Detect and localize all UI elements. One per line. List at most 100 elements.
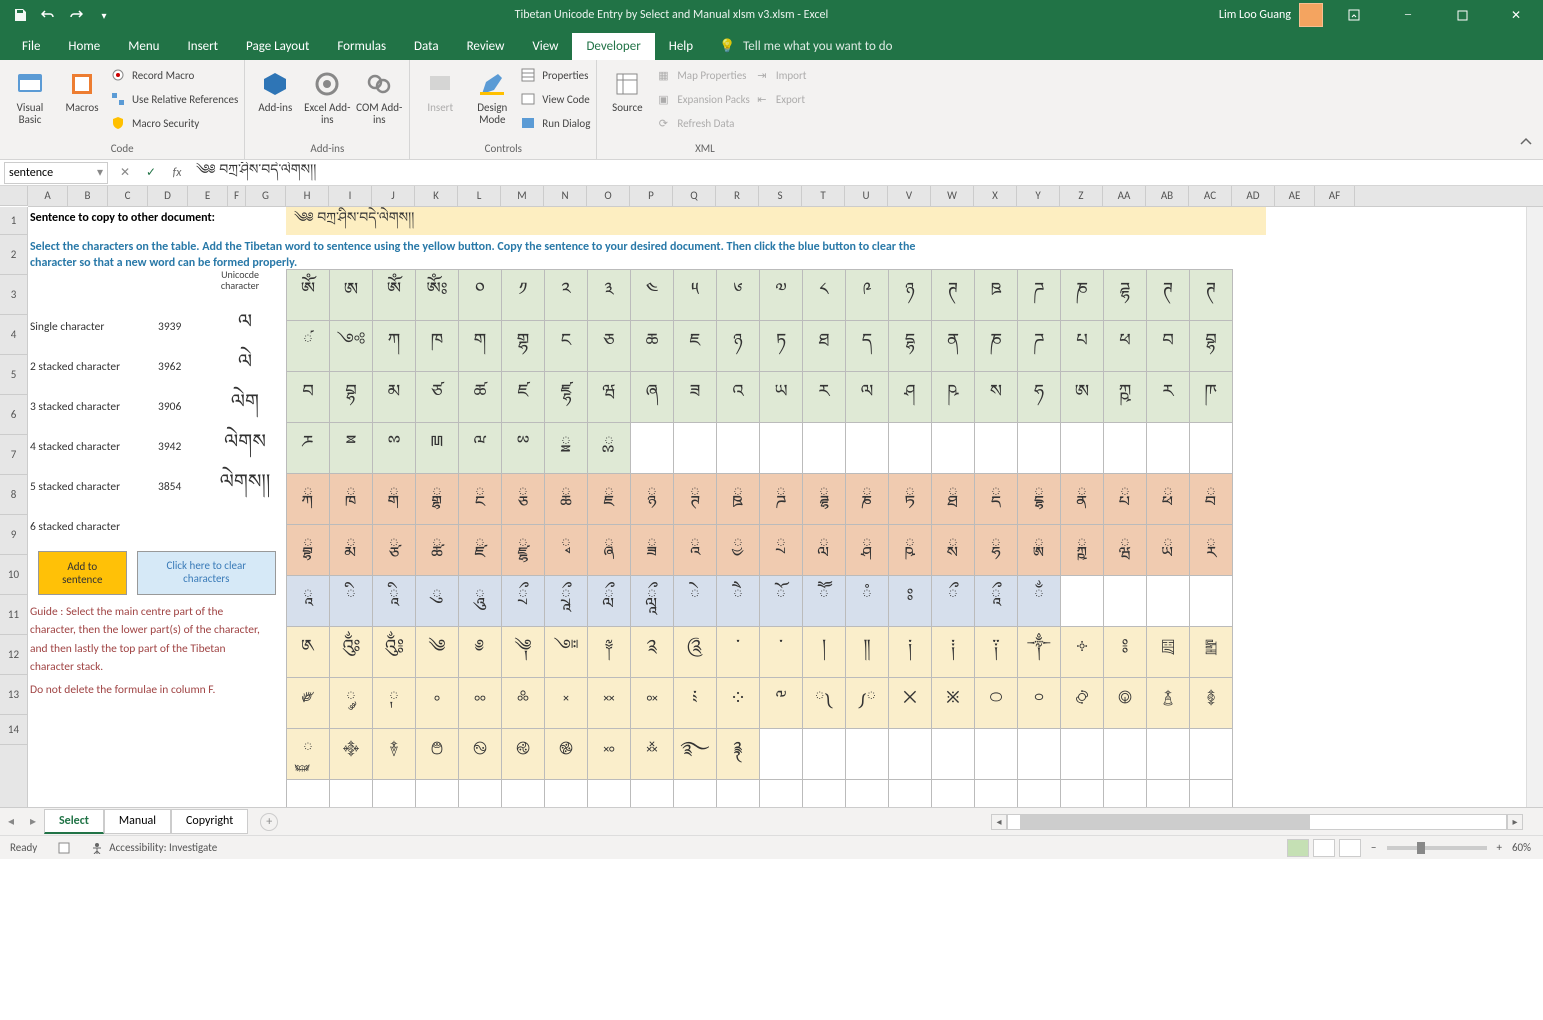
char-cell[interactable]: ལ [846,372,889,423]
row-headers[interactable]: 1234567891011121314 [0,207,28,807]
view-page-layout-icon[interactable] [1313,839,1335,857]
char-cell[interactable]: ༴ [674,678,717,729]
char-cell[interactable]: བྷ [1190,321,1233,372]
row-header[interactable]: 4 [0,315,27,355]
char-cell[interactable]: ྋ [459,423,502,474]
char-cell[interactable]: ཝ [588,372,631,423]
col-header[interactable]: AD [1232,186,1275,206]
sheet-tab-manual[interactable]: Manual [104,809,171,834]
tab-file[interactable]: File [8,33,54,60]
char-cell[interactable]: ཪ [1147,372,1190,423]
enter-formula-icon[interactable]: ✓ [138,165,164,180]
char-cell[interactable]: ྜྷ [803,474,846,525]
char-cell[interactable]: ཹ [631,576,674,627]
redo-icon[interactable] [64,3,88,27]
char-cell[interactable]: ༗ [287,678,330,729]
formula-input[interactable] [190,162,1543,184]
char-cell[interactable] [1018,780,1061,808]
char-cell[interactable]: ྒ [373,474,416,525]
char-cell[interactable] [1061,780,1104,808]
char-cell[interactable]: ࿃ [1104,678,1147,729]
char-cell[interactable]: ཙ [416,372,459,423]
view-code-button[interactable]: View Code [520,88,590,110]
char-cell[interactable] [1147,576,1190,627]
char-cell[interactable]: ཉ [717,321,760,372]
char-cell[interactable]: ཽ [803,576,846,627]
col-header[interactable]: M [501,186,544,206]
run-dialog-button[interactable]: Run Dialog [520,112,590,134]
col-header[interactable]: AC [1189,186,1232,206]
char-cell[interactable]: ྖ [545,474,588,525]
char-cell[interactable]: ྤ [1104,474,1147,525]
char-cell[interactable]: ར [803,372,846,423]
char-cell[interactable]: ྫ [459,525,502,576]
char-cell[interactable]: ࿆ [287,729,330,780]
char-cell[interactable]: ྀ [932,576,975,627]
char-cell[interactable]: ༜ [502,678,545,729]
user-avatar[interactable] [1299,3,1323,27]
tab-help[interactable]: Help [655,33,707,60]
char-cell[interactable]: ྐྵ [1061,525,1104,576]
char-cell[interactable] [1147,780,1190,808]
char-cell[interactable]: ཁ [416,321,459,372]
char-cell[interactable] [932,423,975,474]
visual-basic-button[interactable]: Visual Basic [6,64,54,126]
char-cell[interactable]: ༕ [1147,627,1190,678]
col-header[interactable]: R [716,186,759,206]
char-cell[interactable] [803,780,846,808]
clear-characters-button[interactable]: Click here to clear characters [137,551,276,595]
char-cell[interactable]: ࿎ [588,729,631,780]
char-cell[interactable]: ྭ [545,525,588,576]
char-cell[interactable]: ཞ [631,372,674,423]
char-cell[interactable]: ༁ [287,627,330,678]
col-header[interactable]: N [544,186,587,206]
char-cell[interactable]: ཨོཾཿ [416,270,459,321]
char-cell[interactable] [889,729,932,780]
char-cell[interactable]: ཛ [502,372,545,423]
char-cell[interactable] [889,423,932,474]
char-cell[interactable]: ུ [416,576,459,627]
addins-button[interactable]: Add-ins [251,64,299,114]
char-cell[interactable]: ཎ [1061,270,1104,321]
char-cell[interactable]: ཱྀ [975,576,1018,627]
char-cell[interactable]: ཨ [1061,372,1104,423]
row-header[interactable]: 12 [0,635,27,675]
char-cell[interactable]: ྈ [330,423,373,474]
char-cell[interactable]: ྣ [1061,474,1104,525]
char-cell[interactable]: ྩ [373,525,416,576]
undo-icon[interactable] [36,3,60,27]
char-cell[interactable]: ༖ [1190,627,1233,678]
char-cell[interactable]: ༑ [975,627,1018,678]
col-header[interactable]: V [888,186,931,206]
char-cell[interactable] [760,423,803,474]
char-cell[interactable]: ྾ [889,678,932,729]
char-cell[interactable] [416,780,459,808]
macro-security-button[interactable]: Macro Security [110,112,238,134]
col-header[interactable]: Z [1060,186,1103,206]
char-cell[interactable]: ྦ [1190,474,1233,525]
tab-formulas[interactable]: Formulas [323,33,400,60]
char-cell[interactable]: ༞ [588,678,631,729]
char-cell[interactable]: ༃ [373,627,416,678]
char-cell[interactable] [588,780,631,808]
char-cell[interactable]: ྟ [889,474,932,525]
char-cell[interactable]: ༥ [674,270,717,321]
char-cell[interactable]: ྿ [932,678,975,729]
char-cell[interactable] [1061,423,1104,474]
accessibility-status[interactable]: Accessibility: Investigate [81,841,227,854]
properties-button[interactable]: Properties [520,64,590,86]
col-header[interactable]: O [587,186,630,206]
char-cell[interactable]: ་ [717,627,760,678]
char-cell[interactable]: ཱུ [459,576,502,627]
tab-home[interactable]: Home [54,33,114,60]
char-cell[interactable]: ༌ [760,627,803,678]
char-cell[interactable]: ༶ [717,678,760,729]
char-cell[interactable]: ེ [674,576,717,627]
zoom-slider[interactable] [1387,846,1487,850]
char-cell[interactable]: ོ [760,576,803,627]
col-header[interactable]: I [329,186,372,206]
collapse-ribbon-icon[interactable] [1519,135,1533,153]
char-cell[interactable]: ༉ [631,627,674,678]
char-cell[interactable]: ྥ [1147,474,1190,525]
zoom-out-icon[interactable]: − [1365,841,1382,854]
